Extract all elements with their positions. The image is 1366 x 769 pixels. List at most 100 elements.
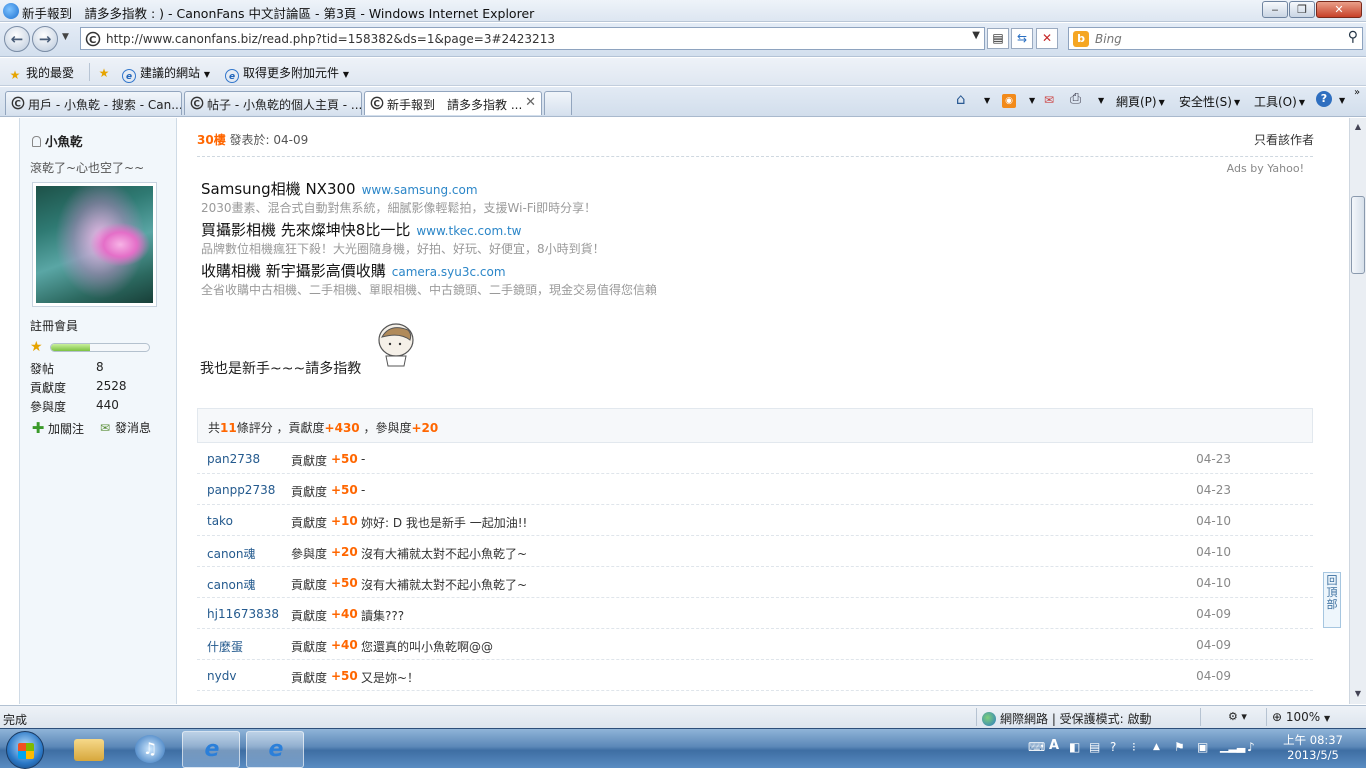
ime-options-icon[interactable]: ⁝ <box>1132 740 1136 754</box>
follow-button[interactable]: ✚ 加關注 <box>31 419 84 437</box>
maximize-button[interactable]: ❐ <box>1289 1 1315 18</box>
back-to-top-button[interactable]: 回頂部 <box>1323 572 1341 628</box>
tab-user-posts[interactable]: C 帖子 - 小魚乾的個人主頁 - ... <box>184 91 362 115</box>
new-tab-button[interactable] <box>544 91 572 115</box>
favorites-button[interactable]: ★ 我的最愛 <box>8 64 74 82</box>
input-mode-icon[interactable]: A <box>1049 738 1059 753</box>
stat-participation: 參與度 440 <box>30 398 119 414</box>
scroll-down-icon[interactable]: ▼ <box>1352 688 1364 700</box>
chevron-down-icon: ▼ <box>1324 714 1331 723</box>
chevron-down-icon: ▼ <box>342 70 349 79</box>
internet-explorer-icon: e <box>268 737 284 762</box>
forward-button[interactable]: → <box>32 26 58 52</box>
address-dropdown-icon[interactable]: ▼ <box>972 30 980 41</box>
rater-link[interactable]: canon魂 <box>207 545 256 562</box>
ime-icon[interactable]: ⌨ <box>1028 740 1045 754</box>
author-signature: 滾乾了~心也空了~~ <box>30 161 145 175</box>
media-player-taskbar-button[interactable]: ♫ <box>121 731 179 768</box>
title-bar: 新手報到 請多多指教 : ) - CanonFans 中文討論區 - 第3頁 -… <box>0 0 1366 22</box>
home-dropdown-icon[interactable]: ▼ <box>982 93 990 107</box>
zoom-icon: ⊕ <box>1272 710 1283 724</box>
rater-link[interactable]: 什麼蛋 <box>207 638 243 655</box>
page-margin <box>0 118 20 704</box>
only-author-link[interactable]: 只看該作者 <box>1254 131 1314 148</box>
print-icon[interactable]: ⎙ <box>1070 91 1081 107</box>
ime-pad-icon[interactable]: ▤ <box>1089 740 1100 754</box>
add-favorite-button[interactable]: ★ <box>97 64 115 80</box>
suggested-sites-button[interactable]: e 建議的網站 ▼ <box>122 64 210 83</box>
rater-link[interactable]: pan2738 <box>207 452 260 466</box>
zoom-level[interactable]: ⊕ 100% ▼ <box>1272 710 1330 724</box>
refresh-icon[interactable]: ⇆ <box>1011 28 1033 49</box>
rater-link[interactable]: hj11673838 <box>207 607 279 621</box>
mail-icon[interactable]: ✉ <box>1044 93 1054 107</box>
tab-current-thread[interactable]: C 新手報到 請多多指教 ... ✕ <box>364 91 542 115</box>
volume-icon[interactable]: ♪ <box>1247 740 1255 754</box>
close-tab-icon[interactable]: ✕ <box>525 95 536 110</box>
half-width-icon[interactable]: ◧ <box>1069 740 1080 754</box>
ie-page-icon: e <box>225 69 239 83</box>
network-signal-icon[interactable]: ▁▂▃ <box>1220 740 1245 753</box>
close-window-button[interactable]: ✕ <box>1316 1 1362 18</box>
site-favicon-icon: C <box>190 96 204 110</box>
back-button[interactable]: ← <box>4 26 30 52</box>
rss-feed-icon[interactable]: ◉ <box>1002 94 1016 108</box>
site-favicon-icon: C <box>85 31 101 47</box>
action-center-flag-icon[interactable]: ⚑ <box>1174 740 1185 754</box>
system-clock[interactable]: 上午 08:37 2013/5/5 <box>1278 733 1348 763</box>
addons-status-icon[interactable]: ⚙ ▾ <box>1228 710 1247 723</box>
tab-label: 新手報到 請多多指教 ... <box>387 98 523 112</box>
rater-link[interactable]: panpp2738 <box>207 483 275 497</box>
stop-icon[interactable]: ✕ <box>1036 28 1058 49</box>
tools-menu[interactable]: 工具(O) ▼ <box>1254 93 1305 110</box>
more-commands-icon[interactable]: » <box>1354 87 1360 98</box>
ad-title[interactable]: 買攝影相機 先來燦坤快8比一比 www.tkec.com.tw <box>201 219 521 240</box>
start-button[interactable] <box>6 731 44 769</box>
safety-menu[interactable]: 安全性(S) ▼ <box>1179 93 1240 110</box>
history-dropdown-icon[interactable]: ▼ <box>62 32 69 42</box>
tab-label: 帖子 - 小魚乾的個人主頁 - ... <box>207 98 362 112</box>
search-icon[interactable]: ⚲ <box>1348 29 1358 45</box>
ad-title[interactable]: 收購相機 新宇攝影高價收購 camera.syu3c.com <box>201 260 506 281</box>
send-message-button[interactable]: ✉ 發消息 <box>98 419 151 436</box>
search-box[interactable]: b ⚲ <box>1068 27 1363 50</box>
feed-dropdown-icon[interactable]: ▼ <box>1027 93 1035 107</box>
floor-number[interactable]: 30樓 <box>197 133 226 147</box>
ad-description: 品牌數位相機瘋狂下殺！大光圈隨身機，好拍、好玩、好便宜，8小時到貨！ <box>201 242 605 256</box>
scroll-up-icon[interactable]: ▲ <box>1352 121 1364 133</box>
rater-link[interactable]: nydv <box>207 669 236 683</box>
ime-help-icon[interactable]: ? <box>1110 740 1116 754</box>
avatar[interactable] <box>32 182 157 307</box>
get-addons-button[interactable]: e 取得更多附加元件 ▼ <box>225 64 349 83</box>
author-name[interactable]: 小魚乾 <box>32 131 83 150</box>
help-icon[interactable]: ? <box>1316 91 1332 107</box>
ie-taskbar-button[interactable]: e <box>182 731 240 768</box>
chevron-down-icon: ▼ <box>1233 98 1241 107</box>
divider <box>976 708 977 726</box>
page-menu[interactable]: 網頁(P) ▼ <box>1116 93 1165 110</box>
rating-row: hj11673838 貢獻度 +40 讀集??? 04-09 <box>197 598 1313 629</box>
page-scrollbar[interactable]: ▲ ▼ <box>1349 118 1366 704</box>
minimize-button[interactable]: ‒ <box>1262 1 1288 18</box>
ads-by-yahoo[interactable]: Ads by Yahoo! <box>1227 162 1304 175</box>
security-zone[interactable]: 網際網路 | 受保護模式: 啟動 <box>982 710 1152 727</box>
scrollbar-thumb[interactable] <box>1351 196 1365 274</box>
rater-link[interactable]: canon魂 <box>207 576 256 593</box>
compatibility-view-icon[interactable]: ▤ <box>987 28 1009 49</box>
show-hidden-icons-icon[interactable]: ▲ <box>1153 742 1160 752</box>
ie-taskbar-button-2[interactable]: e <box>246 731 304 768</box>
address-bar[interactable]: C http://www.canonfans.biz/read.php?tid=… <box>80 27 985 50</box>
home-icon[interactable]: ⌂ <box>956 90 966 108</box>
explorer-taskbar-button[interactable] <box>60 731 118 768</box>
windows-logo-icon <box>18 743 34 759</box>
tab-user-search[interactable]: C 用戶 - 小魚乾 - 搜索 - Can... <box>5 91 182 115</box>
device-icon[interactable]: ▣ <box>1197 740 1208 754</box>
ad-title[interactable]: Samsung相機 NX300 www.samsung.com <box>201 178 478 199</box>
print-dropdown-icon[interactable]: ▼ <box>1096 93 1104 107</box>
url-text[interactable]: http://www.canonfans.biz/read.php?tid=15… <box>106 32 555 46</box>
help-dropdown-icon[interactable]: ▼ <box>1337 93 1345 107</box>
search-input[interactable] <box>1093 30 1323 47</box>
rater-link[interactable]: tako <box>207 514 233 528</box>
rating-table: 共11條評分 ，貢獻度+430 ，參與度+20 pan2738 貢獻度 +50-04… <box>197 408 1313 691</box>
chevron-down-icon: ▼ <box>1158 98 1165 107</box>
